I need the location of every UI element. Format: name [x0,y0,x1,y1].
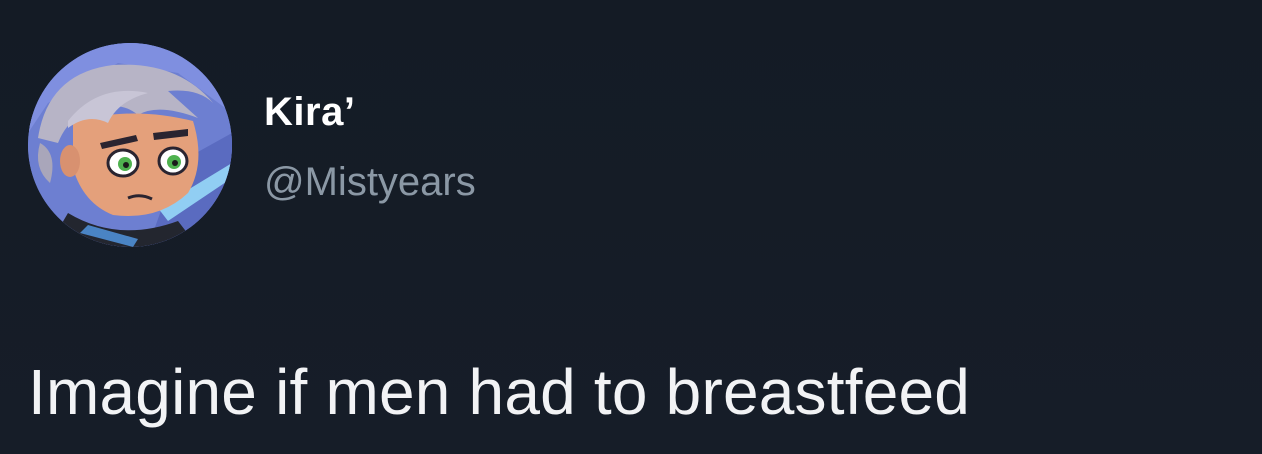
tweet-text: Imagine if men had to breastfeed [28,356,971,428]
tweet-card: Kira’ @Mistyears Imagine if men had to b… [0,0,1262,454]
user-handle[interactable]: @Mistyears [264,160,476,205]
display-name[interactable]: Kira’ [264,90,355,135]
avatar[interactable] [28,43,232,247]
cartoon-character-avatar-icon [28,43,232,247]
